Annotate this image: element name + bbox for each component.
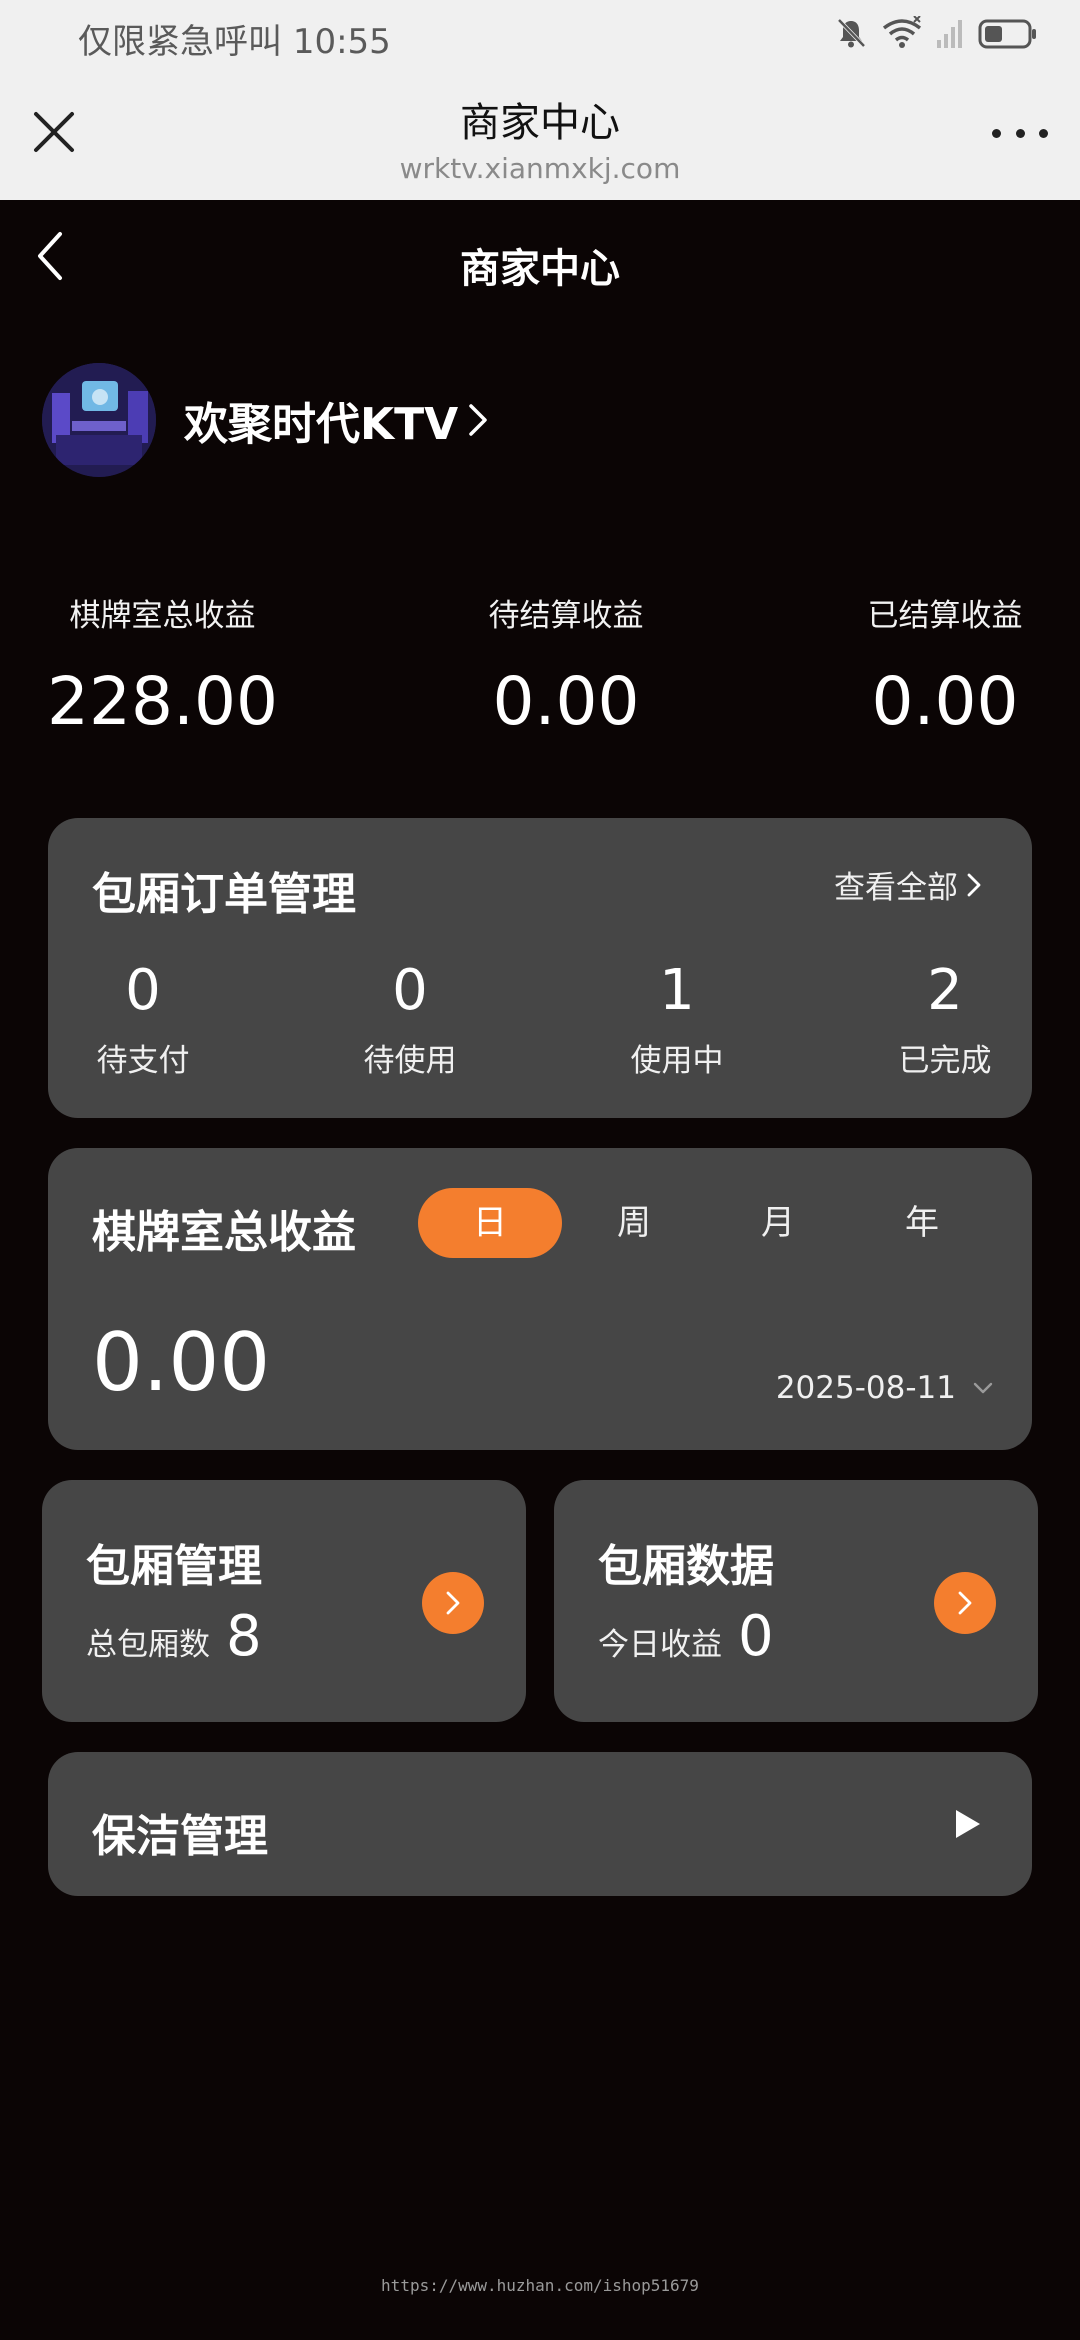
chevron-down-icon <box>973 1382 993 1394</box>
room-count-label: 总包厢数 <box>86 1627 210 1663</box>
order-count: 0 <box>392 958 428 1023</box>
stat-label: 棋牌室总收益 <box>69 598 256 634</box>
order-count: 1 <box>659 958 695 1023</box>
order-status-pending-use[interactable]: 0 待使用 <box>345 958 475 1080</box>
order-status-label: 待支付 <box>96 1043 190 1079</box>
view-all-label: 查看全部 <box>834 870 958 906</box>
stat-label: 已结算收益 <box>867 598 1023 634</box>
status-time: 10:55 <box>292 22 391 62</box>
store-name: 欢聚时代KTV <box>184 399 459 450</box>
battery-icon <box>978 19 1036 49</box>
stat-value: 0.00 <box>492 663 640 740</box>
order-count: 2 <box>927 958 963 1023</box>
date-value: 2025-08-11 <box>775 1370 956 1406</box>
carrier-text: 仅限紧急呼叫 <box>78 22 282 62</box>
stat-pending-settlement: 待结算收益 0.00 <box>448 590 684 740</box>
date-selector[interactable]: 2025-08-11 <box>776 1370 994 1406</box>
more-dot-icon <box>1039 128 1048 138</box>
browser-bar: 商家中心 wrktv.xianmxkj.com <box>0 72 1080 200</box>
more-options-button[interactable] <box>992 122 1048 144</box>
status-bar: 仅限紧急呼叫 10:55 <box>0 0 1080 72</box>
stat-settled: 已结算收益 0.00 <box>840 590 1050 740</box>
stat-value: 0.00 <box>871 663 1019 740</box>
more-dot-icon <box>1015 128 1025 138</box>
order-status-label: 已完成 <box>898 1043 992 1079</box>
today-earnings-value: 0 <box>738 1604 774 1669</box>
chevron-right-icon <box>958 1591 972 1615</box>
bell-muted-icon <box>837 18 866 48</box>
room-count: 总包厢数 8 <box>86 1604 262 1669</box>
stat-label: 待结算收益 <box>488 598 644 634</box>
signal-icon <box>937 20 962 48</box>
play-icon <box>956 1810 980 1838</box>
order-count: 0 <box>125 958 161 1023</box>
order-management-title: 包厢订单管理 <box>92 869 356 920</box>
room-count-value: 8 <box>226 1604 262 1669</box>
cleaning-management-card[interactable]: 保洁管理 <box>48 1752 1032 1896</box>
today-earnings-label: 今日收益 <box>598 1627 722 1663</box>
room-management-card[interactable]: 包厢管理 总包厢数 8 <box>42 1480 526 1722</box>
stat-total-earnings: 棋牌室总收益 228.00 <box>40 590 285 740</box>
store-avatar <box>42 363 156 477</box>
tab-day[interactable]: 日 <box>418 1188 562 1258</box>
order-management-card: 包厢订单管理 查看全部 0 待支付 0 待使用 1 使用中 2 已完成 <box>48 818 1032 1118</box>
store-header[interactable]: 欢聚时代KTV <box>42 362 490 478</box>
view-all-link[interactable]: 查看全部 <box>834 862 982 907</box>
period-tabs: 日 周 月 年 <box>418 1188 994 1258</box>
revenue-amount: 0.00 <box>92 1316 271 1409</box>
today-earnings: 今日收益 0 <box>598 1604 774 1669</box>
status-carrier: 仅限紧急呼叫 10:55 <box>78 14 391 63</box>
wifi-icon <box>882 16 922 48</box>
tab-year[interactable]: 年 <box>850 1188 994 1258</box>
order-status-pending-payment[interactable]: 0 待支付 <box>78 958 208 1080</box>
revenue-title: 棋牌室总收益 <box>92 1207 356 1258</box>
cleaning-management-title: 保洁管理 <box>92 1811 268 1862</box>
earnings-summary: 棋牌室总收益 228.00 待结算收益 0.00 已结算收益 0.00 <box>0 590 1080 750</box>
watermark: https://www.huzhan.com/ishop51679 <box>381 2276 699 2295</box>
order-status-label: 待使用 <box>363 1043 457 1079</box>
order-status-completed[interactable]: 2 已完成 <box>880 958 1010 1080</box>
browser-url: wrktv.xianmxkj.com <box>399 152 681 185</box>
chevron-right-icon <box>967 873 981 896</box>
room-management-title: 包厢管理 <box>86 1541 262 1592</box>
chevron-right-icon <box>446 1591 460 1615</box>
tab-month[interactable]: 月 <box>706 1188 850 1258</box>
room-data-card[interactable]: 包厢数据 今日收益 0 <box>554 1480 1038 1722</box>
order-status-label: 使用中 <box>630 1043 724 1079</box>
status-icons <box>834 16 1038 50</box>
room-data-title: 包厢数据 <box>598 1541 774 1592</box>
tab-week[interactable]: 周 <box>562 1188 706 1258</box>
room-data-go-button[interactable] <box>934 1572 996 1634</box>
store-photo <box>42 363 156 477</box>
page-header: 商家中心 <box>0 200 1080 320</box>
room-management-go-button[interactable] <box>422 1572 484 1634</box>
order-status-in-use[interactable]: 1 使用中 <box>612 958 742 1080</box>
stat-value: 228.00 <box>47 663 278 740</box>
browser-title: 商家中心 <box>460 100 620 146</box>
chevron-right-icon <box>469 404 487 436</box>
more-dot-icon <box>992 128 1001 138</box>
revenue-card: 棋牌室总收益 日 周 月 年 0.00 2025-08-11 <box>48 1148 1032 1450</box>
page-title: 商家中心 <box>460 246 620 292</box>
